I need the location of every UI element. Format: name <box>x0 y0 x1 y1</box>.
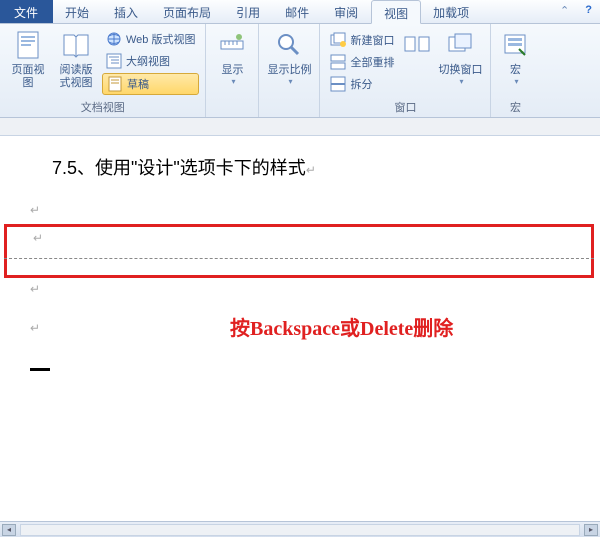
chevron-down-icon: ▾ <box>459 77 463 87</box>
annotation-text: 按Backspace或Delete删除 <box>230 312 453 341</box>
horizontal-scrollbar[interactable]: ◂ ▸ <box>0 521 600 537</box>
group-show-label <box>212 101 252 117</box>
tab-addins[interactable]: 加载项 <box>421 0 482 23</box>
paragraph-mark-icon: ↵ <box>30 321 40 335</box>
group-show: 显示▾ <box>206 24 259 117</box>
draft-view-button[interactable]: 草稿 <box>102 73 199 95</box>
outline-icon <box>106 53 122 69</box>
zoom-button[interactable]: 显示比例▾ <box>265 27 313 101</box>
outline-view-label: 大纲视图 <box>126 53 170 69</box>
scroll-left-button[interactable]: ◂ <box>2 524 16 536</box>
tab-page-layout[interactable]: 页面布局 <box>151 0 224 23</box>
group-window: 新建窗口 全部重排 拆分 切换窗口▾ 窗口 <box>320 24 491 117</box>
macros-button[interactable]: 宏▾ <box>497 27 533 97</box>
reading-view-button[interactable]: 阅读版式视图 <box>54 27 98 97</box>
chevron-down-icon: ▾ <box>231 77 235 87</box>
tab-view[interactable]: 视图 <box>371 0 421 24</box>
draft-view-label: 草稿 <box>127 76 149 92</box>
show-button[interactable]: 显示▾ <box>212 27 252 101</box>
paragraph-mark-icon: ↵ <box>33 231 43 245</box>
macros-icon <box>499 29 531 61</box>
outline-view-button[interactable]: 大纲视图 <box>102 51 199 71</box>
group-views-label: 文档视图 <box>6 97 199 117</box>
split-icon <box>330 76 346 92</box>
paragraph-mark-icon: ↵ <box>30 282 40 296</box>
tab-references[interactable]: 引用 <box>224 0 273 23</box>
switch-window-label: 切换窗口 <box>438 64 482 77</box>
page-view-label: 页面视图 <box>8 64 48 90</box>
minimize-ribbon-icon[interactable]: ⌃ <box>552 0 577 23</box>
group-document-views: 页面视图 阅读版式视图 Web 版式视图 大纲视图 草 <box>0 24 206 117</box>
paragraph-mark-icon: ↵ <box>306 163 316 177</box>
tab-review[interactable]: 审阅 <box>322 0 371 23</box>
tab-mail[interactable]: 邮件 <box>273 0 322 23</box>
chevron-down-icon: ▾ <box>514 77 518 87</box>
scroll-right-button[interactable]: ▸ <box>584 524 598 536</box>
scroll-track[interactable] <box>20 524 580 536</box>
annotation-dashed-line <box>4 258 594 259</box>
arrange-icon <box>330 54 346 70</box>
switch-window-icon <box>444 29 476 61</box>
tab-insert[interactable]: 插入 <box>102 0 151 23</box>
new-window-label: 新建窗口 <box>350 32 394 48</box>
heading-text: 7.5、使用"设计"选项卡下的样式 <box>52 158 306 178</box>
text-cursor <box>30 368 50 371</box>
book-icon <box>60 29 92 61</box>
arrange-all-button[interactable]: 全部重排 <box>326 52 398 72</box>
group-zoom-label <box>265 101 313 117</box>
globe-icon <box>106 31 122 47</box>
ribbon: 页面视图 阅读版式视图 Web 版式视图 大纲视图 草 <box>0 24 600 118</box>
annotation-highlight-box: ↵ <box>4 224 594 278</box>
paragraph-mark-icon: ↵ <box>30 203 40 217</box>
side-by-side-icon <box>401 29 433 61</box>
group-window-label: 窗口 <box>326 97 484 117</box>
group-zoom: 显示比例▾ <box>259 24 320 117</box>
help-icon[interactable]: ? <box>577 0 600 23</box>
new-window-button[interactable]: 新建窗口 <box>326 30 398 50</box>
ruler <box>0 118 600 136</box>
split-label: 拆分 <box>350 76 372 92</box>
macros-label: 宏 <box>510 64 521 77</box>
group-macros: 宏▾ 宏 <box>491 24 539 117</box>
ribbon-tabs: 文件 开始 插入 页面布局 引用 邮件 审阅 视图 加载项 ⌃ ? <box>0 0 600 24</box>
split-button[interactable]: 拆分 <box>326 74 398 94</box>
new-window-icon <box>330 32 346 48</box>
show-label: 显示 <box>221 64 243 77</box>
draft-icon <box>107 76 123 92</box>
web-view-button[interactable]: Web 版式视图 <box>102 29 199 49</box>
document-area[interactable]: 7.5、使用"设计"选项卡下的样式↵ ↵ ↵ ↵ ↵ 按Backspace或De… <box>0 136 600 521</box>
switch-window-button[interactable]: 切换窗口▾ <box>436 27 484 97</box>
tab-file[interactable]: 文件 <box>0 0 53 23</box>
page-view-icon <box>12 29 44 61</box>
zoom-label: 显示比例 <box>267 64 311 77</box>
arrange-all-label: 全部重排 <box>350 54 394 70</box>
group-macros-label: 宏 <box>497 97 533 117</box>
tab-home[interactable]: 开始 <box>53 0 102 23</box>
ruler-icon <box>216 29 248 61</box>
web-view-label: Web 版式视图 <box>126 31 195 47</box>
page-view-button[interactable]: 页面视图 <box>6 27 50 97</box>
chevron-down-icon: ▾ <box>288 77 292 87</box>
magnifier-icon <box>273 29 305 61</box>
view-side-by-side-button[interactable] <box>402 27 432 97</box>
reading-view-label: 阅读版式视图 <box>56 64 96 90</box>
